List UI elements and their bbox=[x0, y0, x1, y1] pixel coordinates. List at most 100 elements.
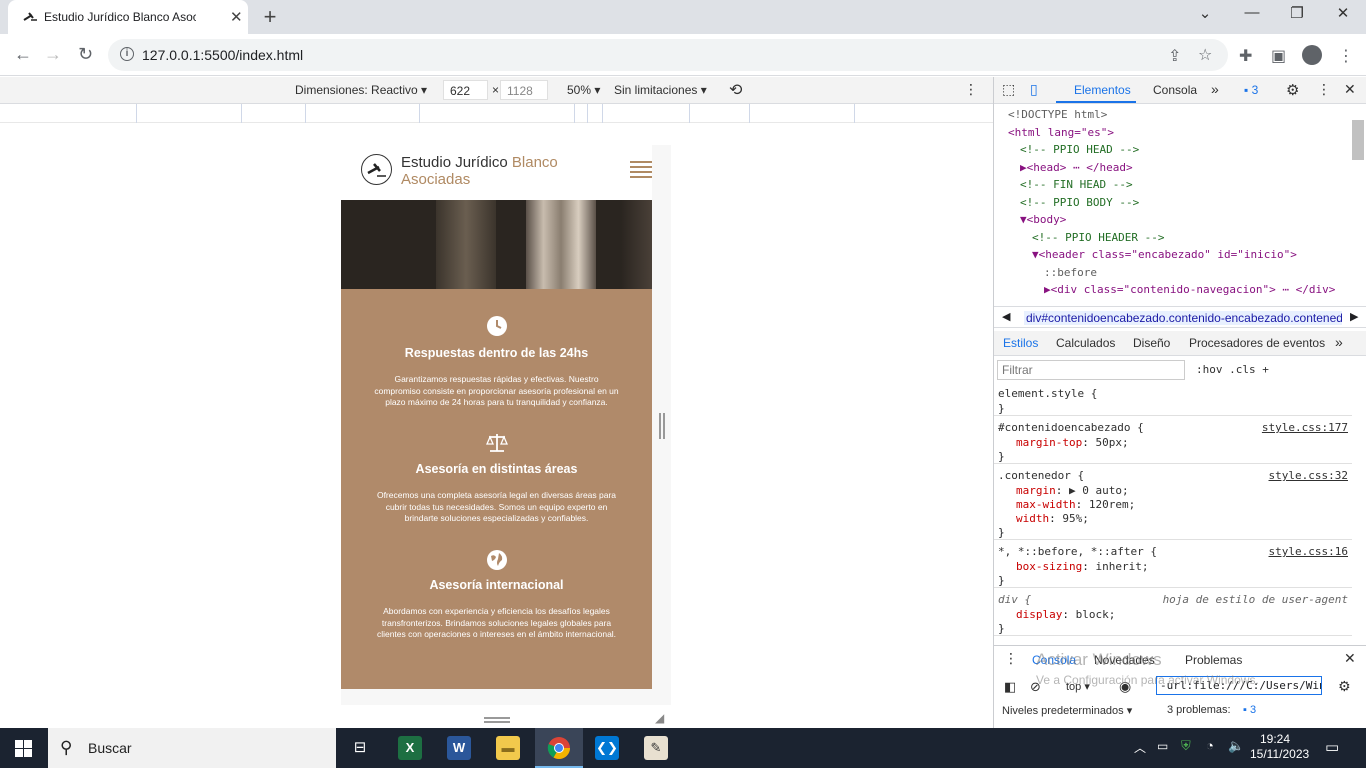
styles-pane[interactable]: element.style {} #contenidoencabezado {st… bbox=[994, 383, 1352, 643]
excel-icon[interactable]: X bbox=[398, 736, 422, 760]
device-toggle-icon[interactable]: ▯ bbox=[1030, 81, 1038, 98]
css-declaration[interactable]: box-sizing: inherit; bbox=[1016, 560, 1148, 573]
media-query-bar[interactable] bbox=[574, 104, 603, 123]
wifi-icon[interactable]: ◔ bbox=[1206, 738, 1214, 753]
css-value[interactable]: ▶ 0 auto; bbox=[1069, 484, 1129, 497]
css-selector[interactable]: *, *::before, *::after { bbox=[998, 545, 1157, 558]
breadcrumb-left-icon[interactable]: ◀ bbox=[1002, 310, 1010, 323]
settings-gear-icon[interactable]: ⚙ bbox=[1286, 81, 1299, 99]
height-input[interactable]: 1128 bbox=[500, 80, 548, 100]
problems-label[interactable]: 3 problemas: bbox=[1167, 704, 1231, 716]
site-brand[interactable]: Estudio Jurídico Blanco Asociadas bbox=[401, 154, 558, 188]
back-icon[interactable]: ← bbox=[14, 44, 32, 65]
dom-node[interactable]: ▶<head> ⋯ </head> bbox=[1020, 161, 1133, 174]
tab-event-listeners[interactable]: Procesadores de eventos bbox=[1189, 336, 1325, 350]
taskbar-clock[interactable]: 19:24 15/11/2023 bbox=[1250, 732, 1309, 762]
browser-tab[interactable]: Estudio Jurídico Blanco Asociados ✕ bbox=[8, 0, 248, 34]
inspect-element-icon[interactable]: ⬚ bbox=[1002, 81, 1015, 98]
new-tab-button[interactable]: + bbox=[258, 4, 282, 30]
css-property[interactable]: margin bbox=[1016, 484, 1056, 497]
styles-filter-input[interactable]: Filtrar bbox=[997, 360, 1185, 380]
tab-search-button[interactable]: ⌄ bbox=[1185, 4, 1225, 22]
log-levels-dropdown[interactable]: Niveles predeterminados ▾ bbox=[1002, 704, 1132, 717]
problems-badge[interactable]: ▪ 3 bbox=[1243, 704, 1256, 716]
dom-node[interactable]: <!-- PPIO HEAD --> bbox=[1020, 143, 1139, 156]
drawer-tab-issues[interactable]: Problemas bbox=[1185, 653, 1242, 667]
css-value[interactable]: block; bbox=[1076, 608, 1116, 621]
dom-scrollbar[interactable] bbox=[1352, 120, 1364, 160]
issues-badge[interactable]: ▪ 3 bbox=[1244, 83, 1258, 97]
notifications-icon[interactable]: ▭ bbox=[1325, 738, 1339, 756]
dom-node[interactable]: <html lang="es"> bbox=[1008, 126, 1114, 139]
forward-icon[interactable]: → bbox=[44, 44, 62, 65]
filter-buttons[interactable]: :hov .cls + bbox=[1196, 363, 1269, 376]
throttle-dropdown[interactable]: Sin limitaciones ▾ bbox=[614, 83, 707, 97]
css-value[interactable]: 50px; bbox=[1095, 436, 1128, 449]
dom-node[interactable]: ▼<body> bbox=[1020, 213, 1066, 226]
tab-layout[interactable]: Diseño bbox=[1133, 336, 1170, 350]
dom-node[interactable]: ::before bbox=[1044, 266, 1097, 279]
css-property[interactable]: box-sizing bbox=[1016, 560, 1082, 573]
tab-close-icon[interactable]: ✕ bbox=[230, 8, 243, 26]
dom-node[interactable]: ▶<div class="contenido-navegacion"> ⋯ </… bbox=[1044, 283, 1335, 296]
resize-handle-right[interactable] bbox=[659, 413, 665, 439]
css-declaration[interactable]: margin-top: 50px; bbox=[1016, 436, 1129, 449]
menu-kebab-icon[interactable]: ⋮ bbox=[1338, 46, 1354, 66]
dom-node[interactable]: <!-- PPIO BODY --> bbox=[1020, 196, 1139, 209]
zoom-dropdown[interactable]: 50% ▾ bbox=[567, 83, 600, 97]
tray-chevron-icon[interactable]: ︿ bbox=[1134, 739, 1146, 756]
restore-button[interactable]: ❐ bbox=[1277, 4, 1317, 22]
chrome-taskbar-button[interactable] bbox=[535, 728, 583, 768]
defender-shield-icon[interactable]: ⛨ bbox=[1181, 738, 1191, 754]
task-view-icon[interactable]: ⊟ bbox=[348, 736, 372, 760]
css-selector[interactable]: div { bbox=[998, 593, 1031, 606]
devtools-more-icon[interactable]: ⋮ bbox=[1317, 81, 1331, 98]
side-panel-icon[interactable]: ▣ bbox=[1271, 46, 1286, 66]
drawer-close-icon[interactable]: ✕ bbox=[1344, 650, 1356, 667]
css-property[interactable]: width bbox=[1016, 512, 1049, 525]
width-input[interactable]: 622 bbox=[443, 80, 488, 100]
extensions-icon[interactable]: ✚ bbox=[1239, 46, 1252, 66]
css-property[interactable]: margin-top bbox=[1016, 436, 1082, 449]
css-value[interactable]: 120rem; bbox=[1089, 498, 1135, 511]
css-property[interactable]: max-width bbox=[1016, 498, 1076, 511]
dimensions-dropdown[interactable]: Dimensiones: Reactivo ▾ bbox=[295, 83, 427, 97]
reload-icon[interactable]: ↻ bbox=[78, 44, 93, 65]
more-tabs-icon[interactable]: » bbox=[1211, 81, 1219, 97]
drawer-menu-icon[interactable]: ⋮ bbox=[1004, 650, 1018, 667]
more-style-tabs-icon[interactable]: » bbox=[1335, 334, 1343, 350]
css-source-link[interactable]: hoja de estilo de user-agent bbox=[1163, 593, 1348, 606]
tab-computed[interactable]: Calculados bbox=[1056, 336, 1115, 350]
bookmark-star-icon[interactable]: ☆ bbox=[1198, 45, 1212, 65]
address-bar[interactable]: i 127.0.0.1:5500/index.html ⇪ ☆ bbox=[108, 39, 1228, 71]
volume-icon[interactable]: 🔈 bbox=[1228, 738, 1244, 754]
profile-avatar-icon[interactable] bbox=[1302, 45, 1322, 65]
resize-handle-bottom[interactable] bbox=[484, 717, 510, 723]
battery-icon[interactable]: ▭ bbox=[1157, 739, 1168, 753]
vscode-icon[interactable]: ❮❯ bbox=[595, 736, 619, 760]
resize-handle-corner[interactable]: ◢ bbox=[655, 711, 664, 725]
css-source-link[interactable]: style.css:16 bbox=[1269, 545, 1348, 558]
word-icon[interactable]: W bbox=[447, 736, 471, 760]
css-declaration[interactable]: width: 95%; bbox=[1016, 512, 1089, 525]
css-declaration[interactable]: max-width: 120rem; bbox=[1016, 498, 1135, 511]
taskbar-search[interactable]: ⚲ Buscar bbox=[48, 728, 336, 768]
css-value[interactable]: inherit; bbox=[1095, 560, 1148, 573]
site-logo[interactable] bbox=[361, 154, 392, 185]
devtools-close-icon[interactable]: ✕ bbox=[1344, 81, 1356, 98]
css-value[interactable]: 95%; bbox=[1062, 512, 1089, 525]
close-window-button[interactable]: ✕ bbox=[1323, 4, 1363, 22]
css-declaration[interactable]: margin: ▶ 0 auto; bbox=[1016, 484, 1129, 497]
tab-styles[interactable]: Estilos bbox=[1003, 336, 1038, 350]
minimize-button[interactable]: — bbox=[1232, 4, 1272, 21]
windows-start-icon[interactable] bbox=[15, 740, 32, 757]
css-source-link[interactable]: style.css:32 bbox=[1269, 469, 1348, 482]
sidebar-toggle-icon[interactable]: ◧ bbox=[1004, 679, 1016, 695]
dom-node[interactable]: <!-- FIN HEAD --> bbox=[1020, 178, 1133, 191]
css-selector[interactable]: .contenedor { bbox=[998, 469, 1084, 482]
dom-tree[interactable]: <!DOCTYPE html> <html lang="es"> <!-- PPIO… bbox=[994, 104, 1352, 304]
dom-node[interactable]: ▼<header class="encabezado" id="inicio"> bbox=[1032, 248, 1297, 261]
dom-node[interactable]: <!DOCTYPE html> bbox=[1008, 108, 1107, 121]
file-explorer-icon[interactable]: ▬ bbox=[496, 736, 520, 760]
breadcrumb-item[interactable]: div#contenidoencabezado.contenido-encabe… bbox=[1024, 311, 1342, 325]
